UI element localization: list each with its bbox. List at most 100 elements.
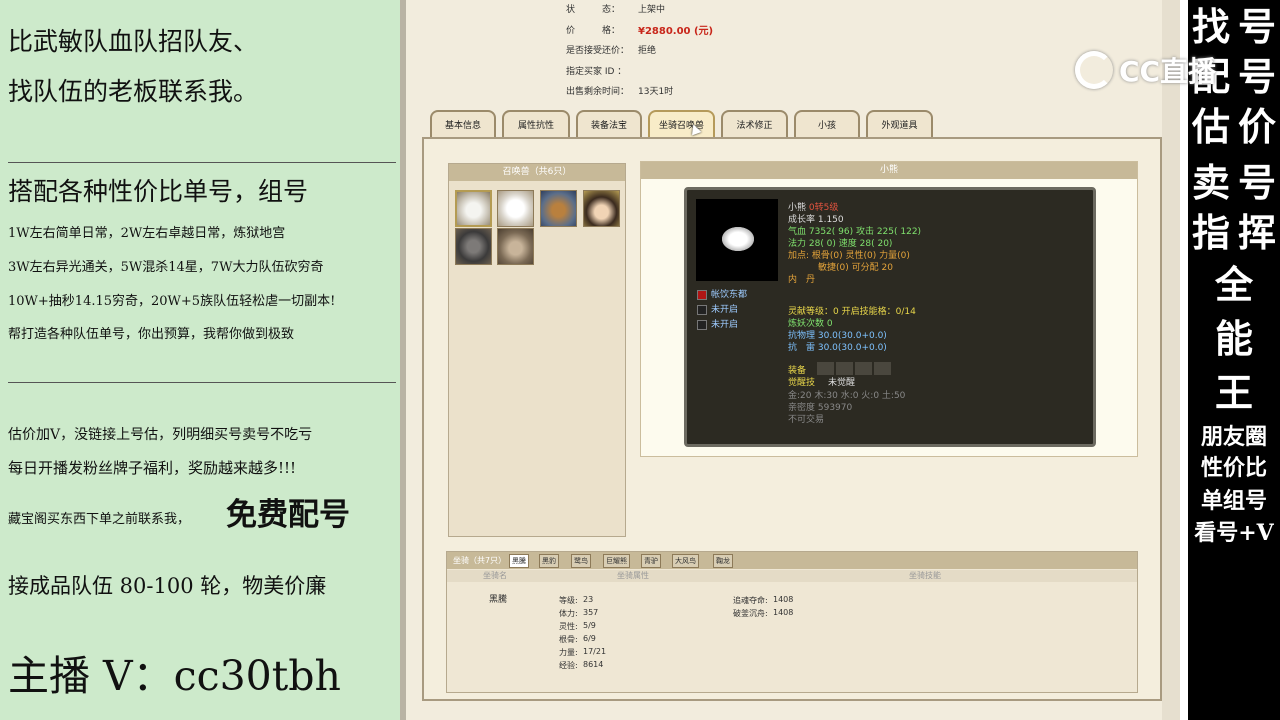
pet-polar-bear-icon[interactable] — [455, 190, 492, 227]
ad-line: 性价比 — [1200, 455, 1267, 481]
tab-children[interactable]: 小孩 — [794, 110, 860, 137]
remaining-time-label: 出售剩余时间： — [566, 87, 630, 97]
scrollbar[interactable] — [1162, 0, 1180, 720]
cc-logo-icon — [1075, 51, 1113, 89]
pet-portrait — [696, 199, 778, 281]
left-overlay-panel: 比武敏队血队招队友、 找队伍的老板联系我。 搭配各种性价比单号，组号 1W左右简… — [0, 0, 400, 720]
cc-logo: CC直播 — [1075, 48, 1240, 92]
free-match-text: 免费配号 — [226, 497, 350, 533]
mount-stat-value: 8614 — [583, 660, 604, 669]
promo-line: 接成品队伍 80-100 轮，物美价廉 — [8, 574, 327, 598]
mount-name: 黑騰 — [489, 595, 508, 605]
mount-tab[interactable]: 大风鸟 — [672, 554, 699, 568]
pet-white-creature-icon[interactable] — [497, 190, 534, 227]
ad-char: 号 — [1237, 54, 1276, 99]
ad-char: 王 — [1214, 370, 1253, 415]
equip-slot[interactable] — [855, 362, 872, 375]
tab-attributes[interactable]: 属性抗性 — [502, 110, 570, 137]
mount-skill-value: 1408 — [773, 608, 794, 617]
bargain-value: 拒绝 — [638, 46, 657, 56]
mount-stat-label: 体力: — [559, 609, 578, 618]
spirit-level: 灵献等级：0 开启技能格：0/14 — [788, 307, 916, 317]
resist-physical: 抗物理 30.0(30.0+0.0) — [788, 331, 887, 341]
tab-equipment[interactable]: 装备法宝 — [576, 110, 642, 137]
buyer-id-label: 指定买家 ID ： — [566, 67, 627, 77]
ad-char: 找 — [1191, 4, 1230, 49]
price-value: ¥2880.00 (元) — [638, 26, 714, 37]
ad-char: 价 — [1237, 104, 1276, 149]
pet-name: 小熊 — [788, 203, 807, 213]
col-mount-skill: 坐骑技能 — [909, 571, 941, 580]
pet-girl-icon[interactable] — [583, 190, 620, 227]
mp-speed: 法力 28( 0) 速度 28( 20) — [788, 239, 893, 249]
ad-line: 单组号 — [1200, 488, 1267, 514]
tab-basic-info[interactable]: 基本信息 — [430, 110, 496, 137]
mount-tab[interactable]: 鞠龙 — [713, 554, 733, 568]
ad-char: 指 — [1191, 210, 1230, 255]
combo-heading: 搭配各种性价比单号，组号 — [8, 177, 309, 206]
mount-tab[interactable]: 黑騰 — [509, 554, 529, 568]
daily-line: 10W+抽秒14.15穷奇，20W+5族队伍轻松虐一切副本! — [8, 294, 336, 309]
skill-slot: 未开启 — [711, 320, 739, 330]
pet-detail-header: 小熊 — [641, 162, 1137, 179]
tab-mounts-pets[interactable]: 坐骑召唤兽 — [648, 110, 715, 137]
polar-bear-image — [722, 227, 754, 251]
skill-name[interactable]: 帐饮东都 — [711, 290, 747, 301]
skill-icon[interactable] — [697, 290, 707, 300]
equip-slot[interactable] — [817, 362, 834, 375]
pets-panel: 召唤兽（共6只） — [448, 163, 626, 537]
mount-stat-label: 根骨: — [559, 635, 578, 644]
pet-squirrel-icon[interactable] — [497, 228, 534, 265]
tab-appearance[interactable]: 外观道具 — [866, 110, 933, 137]
content-box: 召唤兽（共6只） 小熊 小熊 0转5级 成长率 1.150 气血 7352( 9… — [422, 137, 1162, 701]
mount-stat-label: 等级: — [559, 596, 578, 605]
points-line-1: 加点: 根骨(0) 灵性(0) 力量(0) — [788, 251, 910, 261]
locked-slot-icon — [697, 320, 707, 330]
pet-wolf-icon[interactable] — [455, 228, 492, 265]
mount-stat-value: 6/9 — [583, 634, 596, 643]
mount-tab[interactable]: 青驴 — [641, 554, 661, 568]
ad-char: 全 — [1214, 262, 1253, 307]
awake-label: 觉醒技 — [788, 378, 816, 388]
ad-line: 朋友圈 — [1200, 424, 1267, 450]
resist-thunder: 抗 雷 30.0(30.0+0.0) — [788, 343, 887, 353]
mount-stat-value: 23 — [583, 595, 594, 604]
mount-tab[interactable]: 黑豹 — [539, 554, 559, 568]
pet-stats-card: 小熊 0转5级 成长率 1.150 气血 7352( 96) 攻击 225( 1… — [684, 187, 1096, 447]
daily-line: 3W左右异光通关，5W混杀14星，7W大力队伍砍穷奇 — [8, 260, 324, 275]
mount-stat-label: 力量: — [559, 648, 578, 657]
daily-line: 帮打造各种队伍单号，你出预算，我帮你做到极致 — [8, 327, 295, 342]
skill-slot: 未开启 — [711, 305, 739, 315]
ad-char: 卖 — [1191, 160, 1230, 205]
mount-skill-value: 1408 — [773, 595, 794, 604]
mount-stat-value: 5/9 — [583, 621, 596, 630]
inner-pill: 内 丹 — [788, 275, 816, 285]
pet-detail-panel: 小熊 小熊 0转5级 成长率 1.150 气血 7352( 96) 攻击 225… — [640, 161, 1138, 457]
mounts-col-header-bar — [447, 570, 1137, 582]
pet-rebirth: 0转5级 — [808, 203, 839, 213]
mount-stat-value: 357 — [583, 608, 599, 617]
mount-tab[interactable]: 鹭鸟 — [571, 554, 591, 568]
status-label: 状 态： — [566, 5, 621, 15]
status-value: 上架中 — [638, 5, 666, 15]
hp-attack: 气血 7352( 96) 攻击 225( 122) — [788, 227, 922, 237]
mount-skill-name: 破釜沉舟: — [733, 609, 768, 618]
mount-tab[interactable]: 巨耀熊 — [603, 554, 630, 568]
col-mount-attr: 坐骑属性 — [617, 571, 649, 580]
equip-slot[interactable] — [874, 362, 891, 375]
remaining-time-value: 13天1时 — [638, 87, 674, 97]
points-line-2: 敏捷(0) 可分配 20 — [818, 263, 893, 273]
pets-header: 召唤兽（共6只） — [449, 164, 625, 181]
mount-stat-value: 17/21 — [583, 647, 607, 656]
ad-char: 挥 — [1237, 210, 1276, 255]
daily-line: 1W左右简单日常，2W左右卓越日常，炼狱地宫 — [8, 226, 286, 241]
promo-line: 估价加V，没链接上号估，列明细买号卖号不吃亏 — [8, 427, 313, 443]
equip-label: 装备 — [788, 366, 807, 376]
ad-char: 估 — [1191, 104, 1230, 149]
equip-slot[interactable] — [836, 362, 853, 375]
pet-monkey-icon[interactable] — [540, 190, 577, 227]
divider — [8, 382, 396, 383]
mount-skill-name: 追魂夺命: — [733, 596, 768, 605]
tab-spell-correction[interactable]: 法术修正 — [721, 110, 788, 137]
ad-char: 号 — [1237, 4, 1276, 49]
